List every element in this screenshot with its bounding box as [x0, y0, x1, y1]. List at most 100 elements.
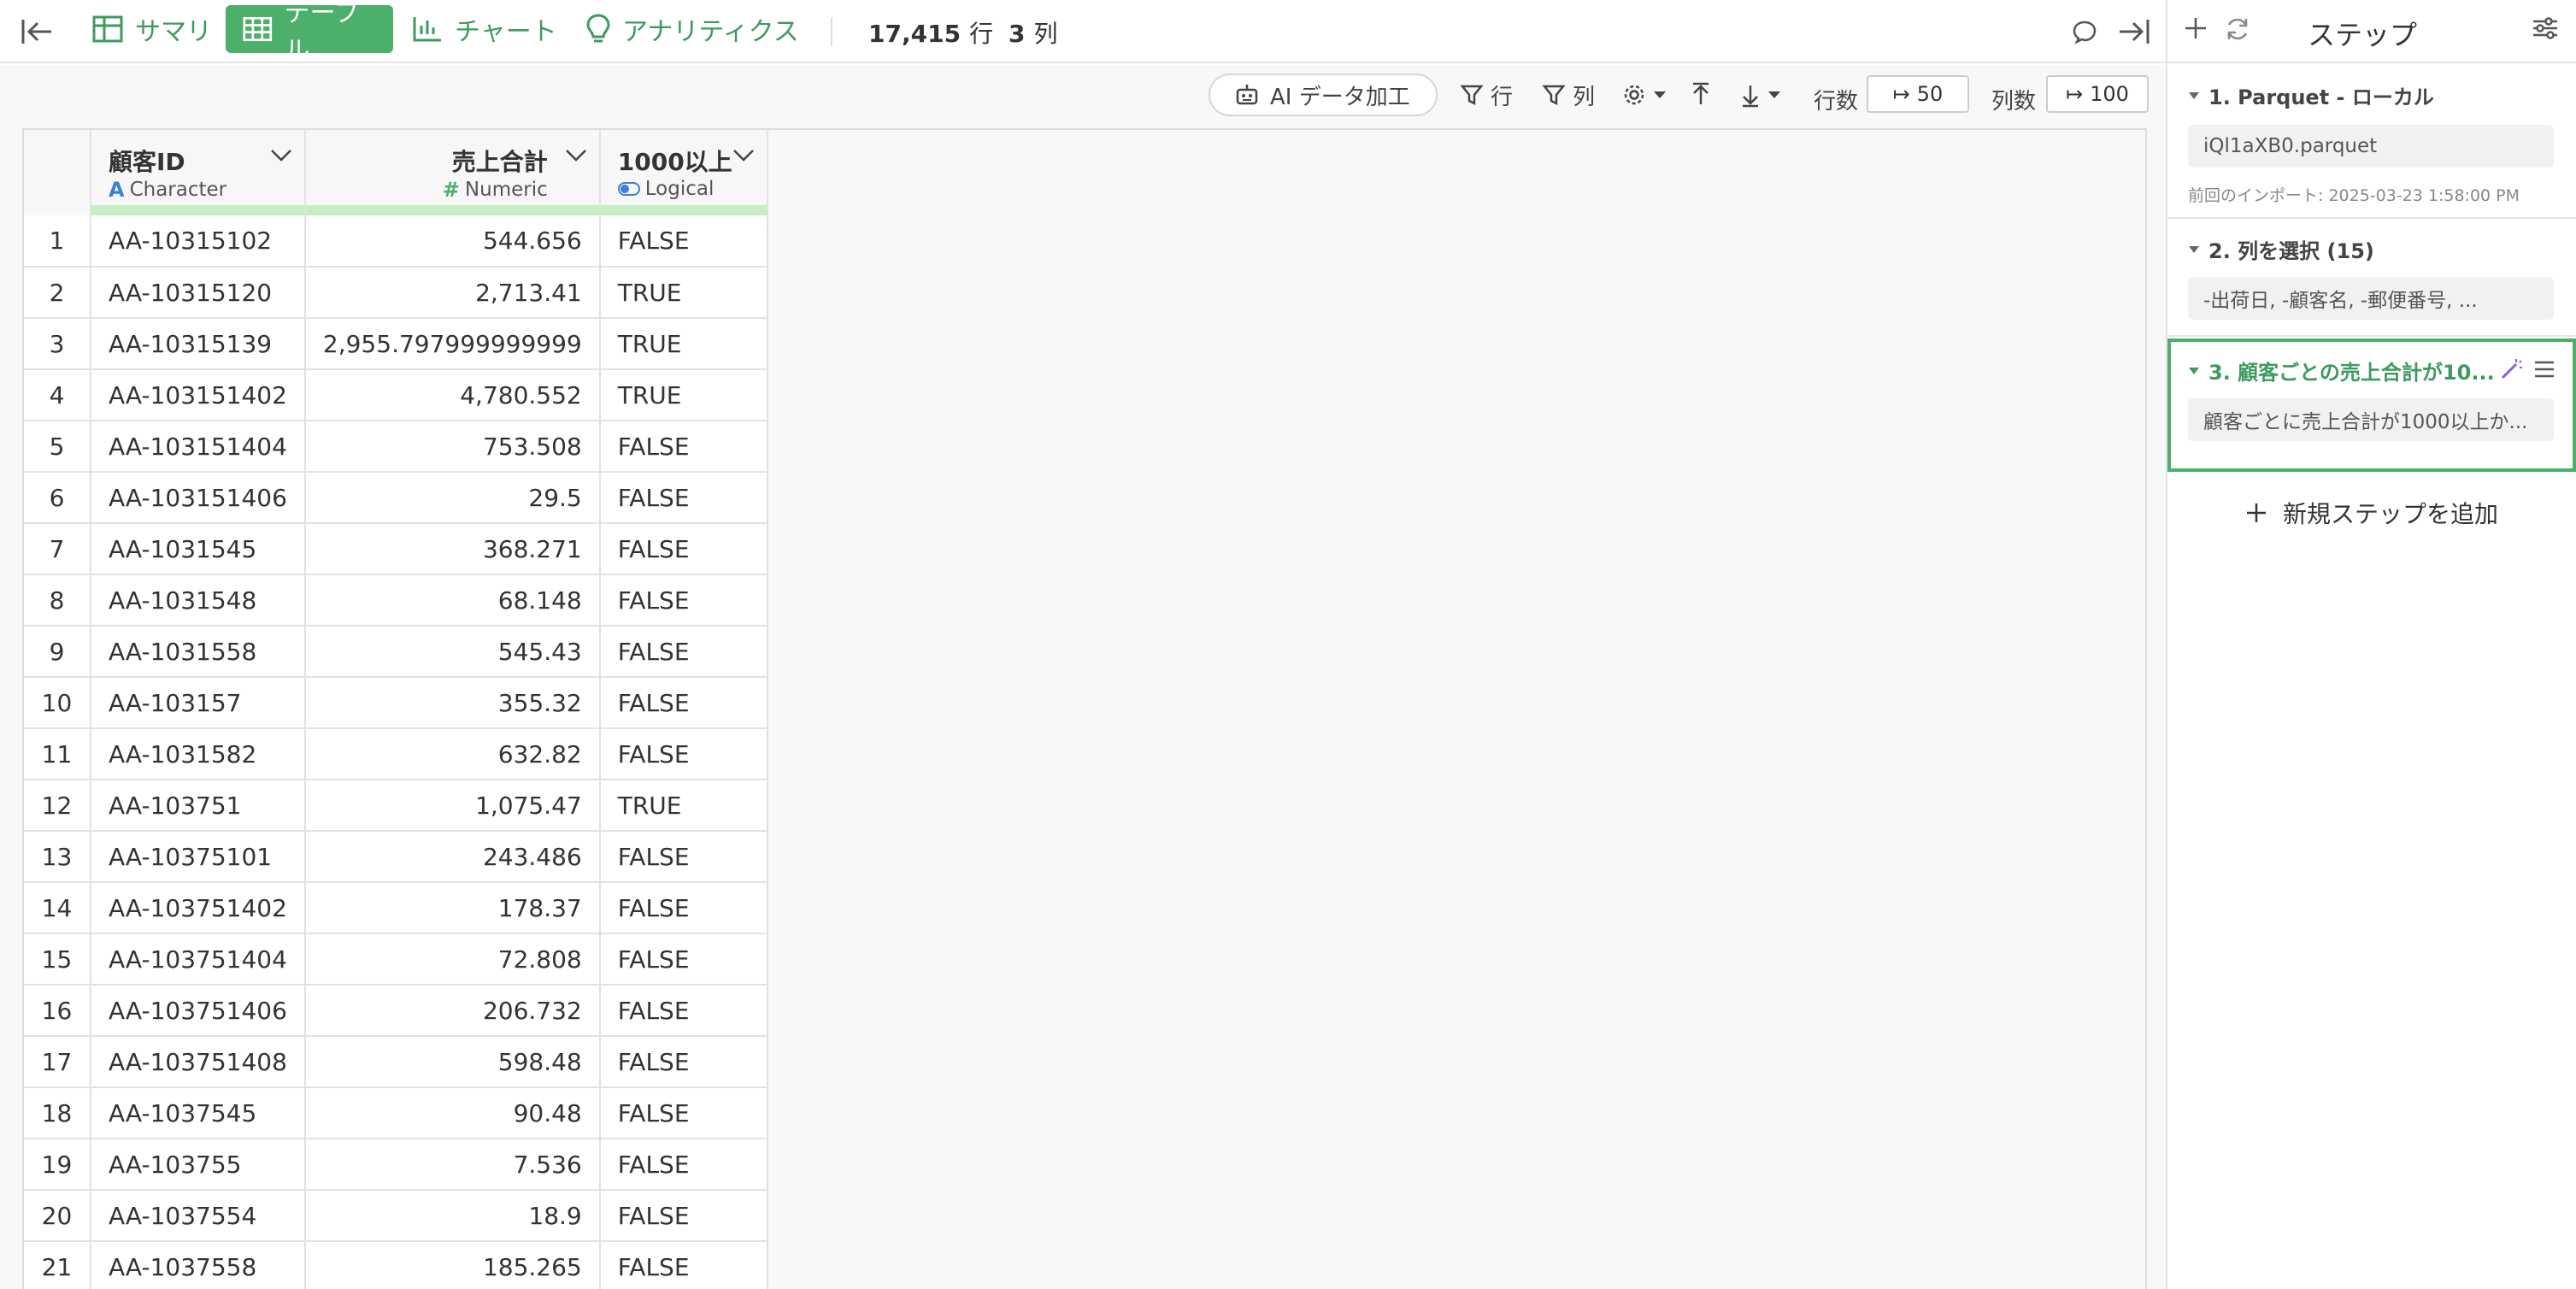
over-1000-cell[interactable]: FALSE [599, 933, 768, 986]
over-1000-cell[interactable]: FALSE [599, 1036, 768, 1088]
over-1000-cell[interactable]: TRUE [599, 369, 768, 421]
sales-total-cell[interactable]: 544.656 [304, 215, 601, 268]
customer-id-cell[interactable]: AA-10315120 [91, 267, 306, 319]
row-number-cell: 19 [24, 1139, 91, 1191]
customer-id-cell[interactable]: AA-1037558 [91, 1241, 306, 1289]
customer-id-cell[interactable]: AA-103151402 [91, 369, 306, 421]
menu-icon[interactable] [2533, 359, 2555, 380]
sales-total-cell[interactable]: 2,955.797999999999 [304, 318, 601, 370]
customer-id-cell[interactable]: AA-10375101 [91, 831, 306, 883]
comment-icon[interactable] [2072, 0, 2097, 63]
table-row: 13 AA-10375101 243.486 FALSE [24, 831, 768, 883]
customer-id-cell[interactable]: AA-1031582 [91, 728, 306, 780]
customer-id-cell[interactable]: AA-1031545 [91, 523, 306, 575]
sales-total-cell[interactable]: 2,713.41 [304, 267, 601, 319]
download-dropdown[interactable] [1740, 74, 1781, 116]
upload-icon[interactable] [1691, 74, 1711, 116]
sales-total-cell[interactable]: 72.808 [304, 933, 601, 986]
sales-total-cell[interactable]: 368.271 [304, 523, 601, 575]
row-number-cell: 16 [24, 985, 91, 1037]
settings-dropdown[interactable] [1622, 74, 1667, 116]
robot-icon [1236, 85, 1258, 105]
magic-wand-icon[interactable] [2499, 357, 2523, 381]
customer-id-cell[interactable]: AA-1031558 [91, 626, 306, 678]
chevron-down-icon[interactable] [270, 149, 292, 162]
sales-total-cell[interactable]: 185.265 [304, 1241, 601, 1289]
sales-total-cell[interactable]: 18.9 [304, 1190, 601, 1242]
sliders-icon[interactable] [2532, 15, 2559, 41]
over-1000-cell[interactable]: FALSE [599, 1087, 768, 1139]
sales-total-cell[interactable]: 1,075.47 [304, 780, 601, 832]
column-header-customer-id[interactable]: 顧客ID A Character [91, 130, 306, 215]
sales-total-cell[interactable]: 243.486 [304, 831, 601, 883]
add-icon[interactable] [2183, 15, 2208, 41]
sales-total-cell[interactable]: 753.508 [304, 421, 601, 473]
tab-analytics[interactable]: アナリティクス [569, 5, 816, 53]
customer-id-cell[interactable]: AA-1037545 [91, 1087, 306, 1139]
sales-total-cell[interactable]: 632.82 [304, 728, 601, 780]
over-1000-cell[interactable]: FALSE [599, 1139, 768, 1191]
sales-total-cell[interactable]: 29.5 [304, 472, 601, 524]
chevron-down-icon[interactable] [565, 149, 587, 162]
customer-id-cell[interactable]: AA-103751404 [91, 933, 306, 986]
tab-table[interactable]: テーブル [226, 0, 393, 66]
add-step-button[interactable]: 新規ステップを追加 [2167, 496, 2576, 530]
sales-total-cell[interactable]: 178.37 [304, 882, 601, 934]
customer-id-cell[interactable]: AA-10315139 [91, 318, 306, 370]
column-header-sales-total[interactable]: 売上合計 # Numeric [304, 130, 601, 215]
table-body: 1 AA-10315102 544.656 FALSE 2 AA-10315120 2,71… [24, 215, 768, 1289]
customer-id-cell[interactable]: AA-10315102 [91, 215, 306, 268]
refresh-icon[interactable] [2224, 15, 2251, 43]
over-1000-cell[interactable]: FALSE [599, 1190, 768, 1242]
over-1000-cell[interactable]: FALSE [599, 523, 768, 575]
customer-id-cell[interactable]: AA-103751406 [91, 985, 306, 1037]
sales-total-cell[interactable]: 68.148 [304, 574, 601, 627]
over-1000-cell[interactable]: FALSE [599, 1241, 768, 1289]
row-number-cell: 2 [24, 267, 91, 319]
over-1000-cell[interactable]: FALSE [599, 472, 768, 524]
tab-chart[interactable]: チャート [395, 5, 574, 53]
over-1000-cell[interactable]: FALSE [599, 421, 768, 473]
sales-total-cell[interactable]: 598.48 [304, 1036, 601, 1088]
over-1000-cell[interactable]: FALSE [599, 626, 768, 678]
customer-id-cell[interactable]: AA-103751408 [91, 1036, 306, 1088]
customer-id-cell[interactable]: AA-103151406 [91, 472, 306, 524]
sales-total-cell[interactable]: 7.536 [304, 1139, 601, 1191]
over-1000-cell[interactable]: TRUE [599, 267, 768, 319]
over-1000-cell[interactable]: FALSE [599, 831, 768, 883]
over-1000-cell[interactable]: FALSE [599, 677, 768, 729]
over-1000-cell[interactable]: FALSE [599, 882, 768, 934]
collapse-right-icon[interactable] [2116, 0, 2150, 63]
step-2[interactable]: 2. 列を選択 (15) -出荷日, -顧客名, -郵便番号, ... [2167, 221, 2576, 337]
over-1000-cell[interactable]: FALSE [599, 215, 768, 268]
chevron-down-icon[interactable] [732, 149, 755, 162]
sales-total-cell[interactable]: 90.48 [304, 1087, 601, 1139]
sales-total-cell[interactable]: 4,780.552 [304, 369, 601, 421]
filter-rows-button[interactable]: 行 [1460, 74, 1513, 116]
sales-total-cell[interactable]: 545.43 [304, 626, 601, 678]
over-1000-cell[interactable]: FALSE [599, 574, 768, 627]
step-3[interactable]: 3. 顧客ごとの売上合計が10... 顧客ごとに売上合計が1000以上か... [2167, 338, 2576, 472]
customer-id-cell[interactable]: AA-103151404 [91, 421, 306, 473]
step-1[interactable]: 1. Parquet - ローカル iQl1aXB0.parquet 前回のイン… [2167, 65, 2576, 219]
customer-id-cell[interactable]: AA-1031548 [91, 574, 306, 627]
over-1000-cell[interactable]: FALSE [599, 985, 768, 1037]
column-header-over-1000[interactable]: 1000以上 Logical [599, 130, 768, 215]
customer-id-cell[interactable]: AA-1037554 [91, 1190, 306, 1242]
over-1000-cell[interactable]: FALSE [599, 728, 768, 780]
sales-total-cell[interactable]: 206.732 [304, 985, 601, 1037]
customer-id-cell[interactable]: AA-103751 [91, 780, 306, 832]
ai-data-button[interactable]: AI データ加工 [1209, 74, 1438, 116]
customer-id-cell[interactable]: AA-103755 [91, 1139, 306, 1191]
collapse-left-icon[interactable] [21, 0, 55, 63]
sales-total-cell[interactable]: 355.32 [304, 677, 601, 729]
customer-id-cell[interactable]: AA-103751402 [91, 882, 306, 934]
customer-id-cell[interactable]: AA-103157 [91, 677, 306, 729]
tab-summary[interactable]: サマリ [75, 5, 229, 53]
over-1000-cell[interactable]: TRUE [599, 780, 768, 832]
cols-limit-input[interactable]: ↦ 100 [2046, 75, 2149, 113]
filter-cols-button[interactable]: 列 [1542, 74, 1595, 116]
rows-limit-input[interactable]: ↦ 50 [1867, 75, 1969, 113]
over-1000-cell[interactable]: TRUE [599, 318, 768, 370]
plus-icon [2246, 503, 2266, 522]
